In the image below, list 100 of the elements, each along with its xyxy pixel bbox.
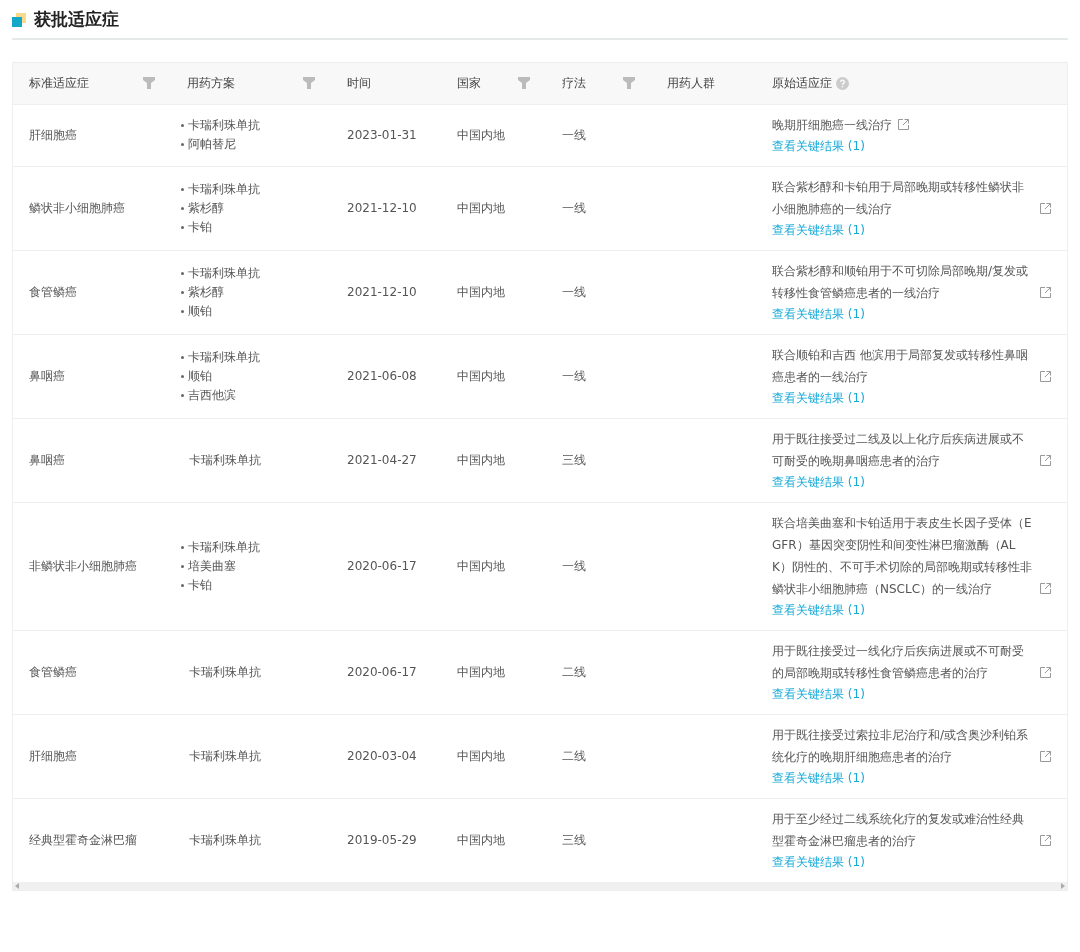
drug-name: 阿帕替尼 xyxy=(188,136,236,153)
date-cell: 2021-06-08 xyxy=(347,369,417,383)
drug-name: 卡瑞利珠单抗 xyxy=(189,747,261,765)
bullet-icon xyxy=(181,564,184,568)
column-header: 用药方案 xyxy=(187,75,235,93)
external-link-icon[interactable] xyxy=(1040,750,1051,762)
section-title: 获批适应症 xyxy=(34,8,119,32)
original-indication-text: 用于既往接受过索拉非尼治疗和/或含奥沙利铂系统化疗的晚期肝细胞癌患者的治疗 xyxy=(772,726,1030,766)
bullet-icon xyxy=(181,355,184,359)
bullet-icon xyxy=(181,545,184,549)
horizontal-scrollbar[interactable] xyxy=(13,881,1067,890)
drug-name: 紫杉醇 xyxy=(188,283,224,301)
therapy-line-cell: 一线 xyxy=(562,201,586,215)
bullet-icon xyxy=(181,143,184,146)
original-indication-text: 用于既往接受过一线化疗后疾病进展或不可耐受的局部晚期或转移性食管鳞癌患者的治疗 xyxy=(772,642,1025,682)
therapy-line-cell: 二线 xyxy=(562,749,586,763)
country-cell: 中国内地 xyxy=(457,201,505,215)
therapy-line-cell: 三线 xyxy=(562,833,586,847)
filter-icon[interactable] xyxy=(518,77,530,90)
column-header: 国家 xyxy=(457,75,481,93)
date-cell: 2020-03-04 xyxy=(347,749,417,763)
drug-name: 培美曲塞 xyxy=(188,557,236,575)
column-header: 时间 xyxy=(347,75,371,93)
external-link-icon[interactable] xyxy=(898,118,909,130)
country-cell: 中国内地 xyxy=(457,369,505,383)
original-indication-text: 晚期肝细胞癌一线治疗 xyxy=(772,116,892,134)
column-header: 用药人群 xyxy=(667,75,715,93)
external-link-icon[interactable] xyxy=(1040,286,1051,298)
scroll-left-icon[interactable] xyxy=(15,882,19,889)
bullet-icon xyxy=(181,309,184,313)
bullet-icon xyxy=(181,206,184,210)
therapy-line-cell: 一线 xyxy=(562,559,586,573)
key-results-link[interactable]: 查看关键结果 (1) xyxy=(772,767,1051,789)
original-indication-text: 联合培美曲塞和卡铂适用于表皮生长因子受体（EGFR）基因突变阴性和间变性淋巴瘤激酶（ALK）阴性的、不可手术切除的局部晚期或转移性非鳞状非小细胞肺癌（NSCLC）的一线治疗 xyxy=(772,514,1033,598)
section-icon xyxy=(12,13,26,27)
key-results-link[interactable]: 查看关键结果 (1) xyxy=(772,471,1051,493)
drug-name: 顺铂 xyxy=(188,302,212,320)
key-results-link[interactable]: 查看关键结果 (1) xyxy=(772,683,1051,705)
key-results-link[interactable]: 查看关键结果 (1) xyxy=(772,851,1051,873)
date-cell: 2021-04-27 xyxy=(347,453,417,467)
therapy-line-cell: 一线 xyxy=(562,369,586,383)
external-link-icon[interactable] xyxy=(1040,454,1051,466)
external-link-icon[interactable] xyxy=(1040,202,1051,214)
external-link-icon[interactable] xyxy=(1040,834,1051,846)
country-cell: 中国内地 xyxy=(457,285,505,299)
column-header: 原始适应症 xyxy=(772,75,832,93)
drug-name: 卡铂 xyxy=(188,576,212,594)
bullet-icon xyxy=(181,225,184,229)
column-header: 标准适应症 xyxy=(29,75,89,93)
indication-cell: 鼻咽癌 xyxy=(29,453,65,467)
filter-icon[interactable] xyxy=(623,77,635,90)
bullet-icon xyxy=(181,124,184,127)
key-results-link[interactable]: 查看关键结果 (1) xyxy=(772,599,1051,621)
country-cell: 中国内地 xyxy=(457,128,505,142)
key-results-link[interactable]: 查看关键结果 (1) xyxy=(772,219,1051,241)
help-icon[interactable] xyxy=(836,76,849,90)
drug-name: 卡瑞利珠单抗 xyxy=(189,451,261,469)
key-results-link[interactable]: 查看关键结果 (1) xyxy=(772,135,1051,157)
bullet-icon xyxy=(181,393,184,397)
scroll-right-icon[interactable] xyxy=(1061,882,1065,889)
filter-icon[interactable] xyxy=(143,77,155,90)
drug-name: 顺铂 xyxy=(188,367,212,385)
filter-icon[interactable] xyxy=(303,77,315,90)
drug-name: 卡瑞利珠单抗 xyxy=(188,264,260,282)
original-indication-text: 联合紫杉醇和顺铂用于不可切除局部晚期/复发或转移性食管鳞癌患者的一线治疗 xyxy=(772,262,1030,302)
country-cell: 中国内地 xyxy=(457,559,505,573)
bullet-icon xyxy=(181,583,184,587)
external-link-icon[interactable] xyxy=(1040,666,1051,678)
indication-cell: 经典型霍奇金淋巴瘤 xyxy=(29,833,137,847)
bullet-icon xyxy=(181,374,184,378)
drug-name: 卡铂 xyxy=(188,218,212,236)
date-cell: 2020-06-17 xyxy=(347,665,417,679)
drug-name: 紫杉醇 xyxy=(188,199,224,217)
drug-name: 卡瑞利珠单抗 xyxy=(188,348,260,366)
country-cell: 中国内地 xyxy=(457,749,505,763)
column-header: 疗法 xyxy=(562,75,586,93)
country-cell: 中国内地 xyxy=(457,665,505,679)
original-indication-text: 联合紫杉醇和卡铂用于局部晚期或转移性鳞状非小细胞肺癌的一线治疗 xyxy=(772,178,1025,218)
bullet-icon xyxy=(181,290,184,294)
drug-name: 卡瑞利珠单抗 xyxy=(188,117,260,134)
indication-cell: 肝细胞癌 xyxy=(29,128,77,142)
key-results-link[interactable]: 查看关键结果 (1) xyxy=(772,303,1051,325)
drug-name: 卡瑞利珠单抗 xyxy=(189,663,261,681)
external-link-icon[interactable] xyxy=(1040,582,1051,594)
therapy-line-cell: 二线 xyxy=(562,665,586,679)
therapy-line-cell: 一线 xyxy=(562,128,586,142)
original-indication-text: 用于至少经过二线系统化疗的复发或难治性经典型霍奇金淋巴瘤患者的治疗 xyxy=(772,810,1025,850)
drug-name: 卡瑞利珠单抗 xyxy=(189,831,261,849)
external-link-icon[interactable] xyxy=(1040,370,1051,382)
date-cell: 2021-12-10 xyxy=(347,201,417,215)
bullet-icon xyxy=(181,271,184,275)
indication-cell: 肝细胞癌 xyxy=(29,749,77,763)
indication-cell: 食管鳞癌 xyxy=(29,285,77,299)
date-cell: 2023-01-31 xyxy=(347,128,417,142)
original-indication-text: 联合顺铂和吉西 他滨用于局部复发或转移性鼻咽癌患者的一线治疗 xyxy=(772,346,1029,386)
indication-cell: 鳞状非小细胞肺癌 xyxy=(29,201,125,215)
country-cell: 中国内地 xyxy=(457,833,505,847)
key-results-link[interactable]: 查看关键结果 (1) xyxy=(772,387,1051,409)
date-cell: 2020-06-17 xyxy=(347,559,417,573)
drug-name: 吉西他滨 xyxy=(188,386,236,404)
